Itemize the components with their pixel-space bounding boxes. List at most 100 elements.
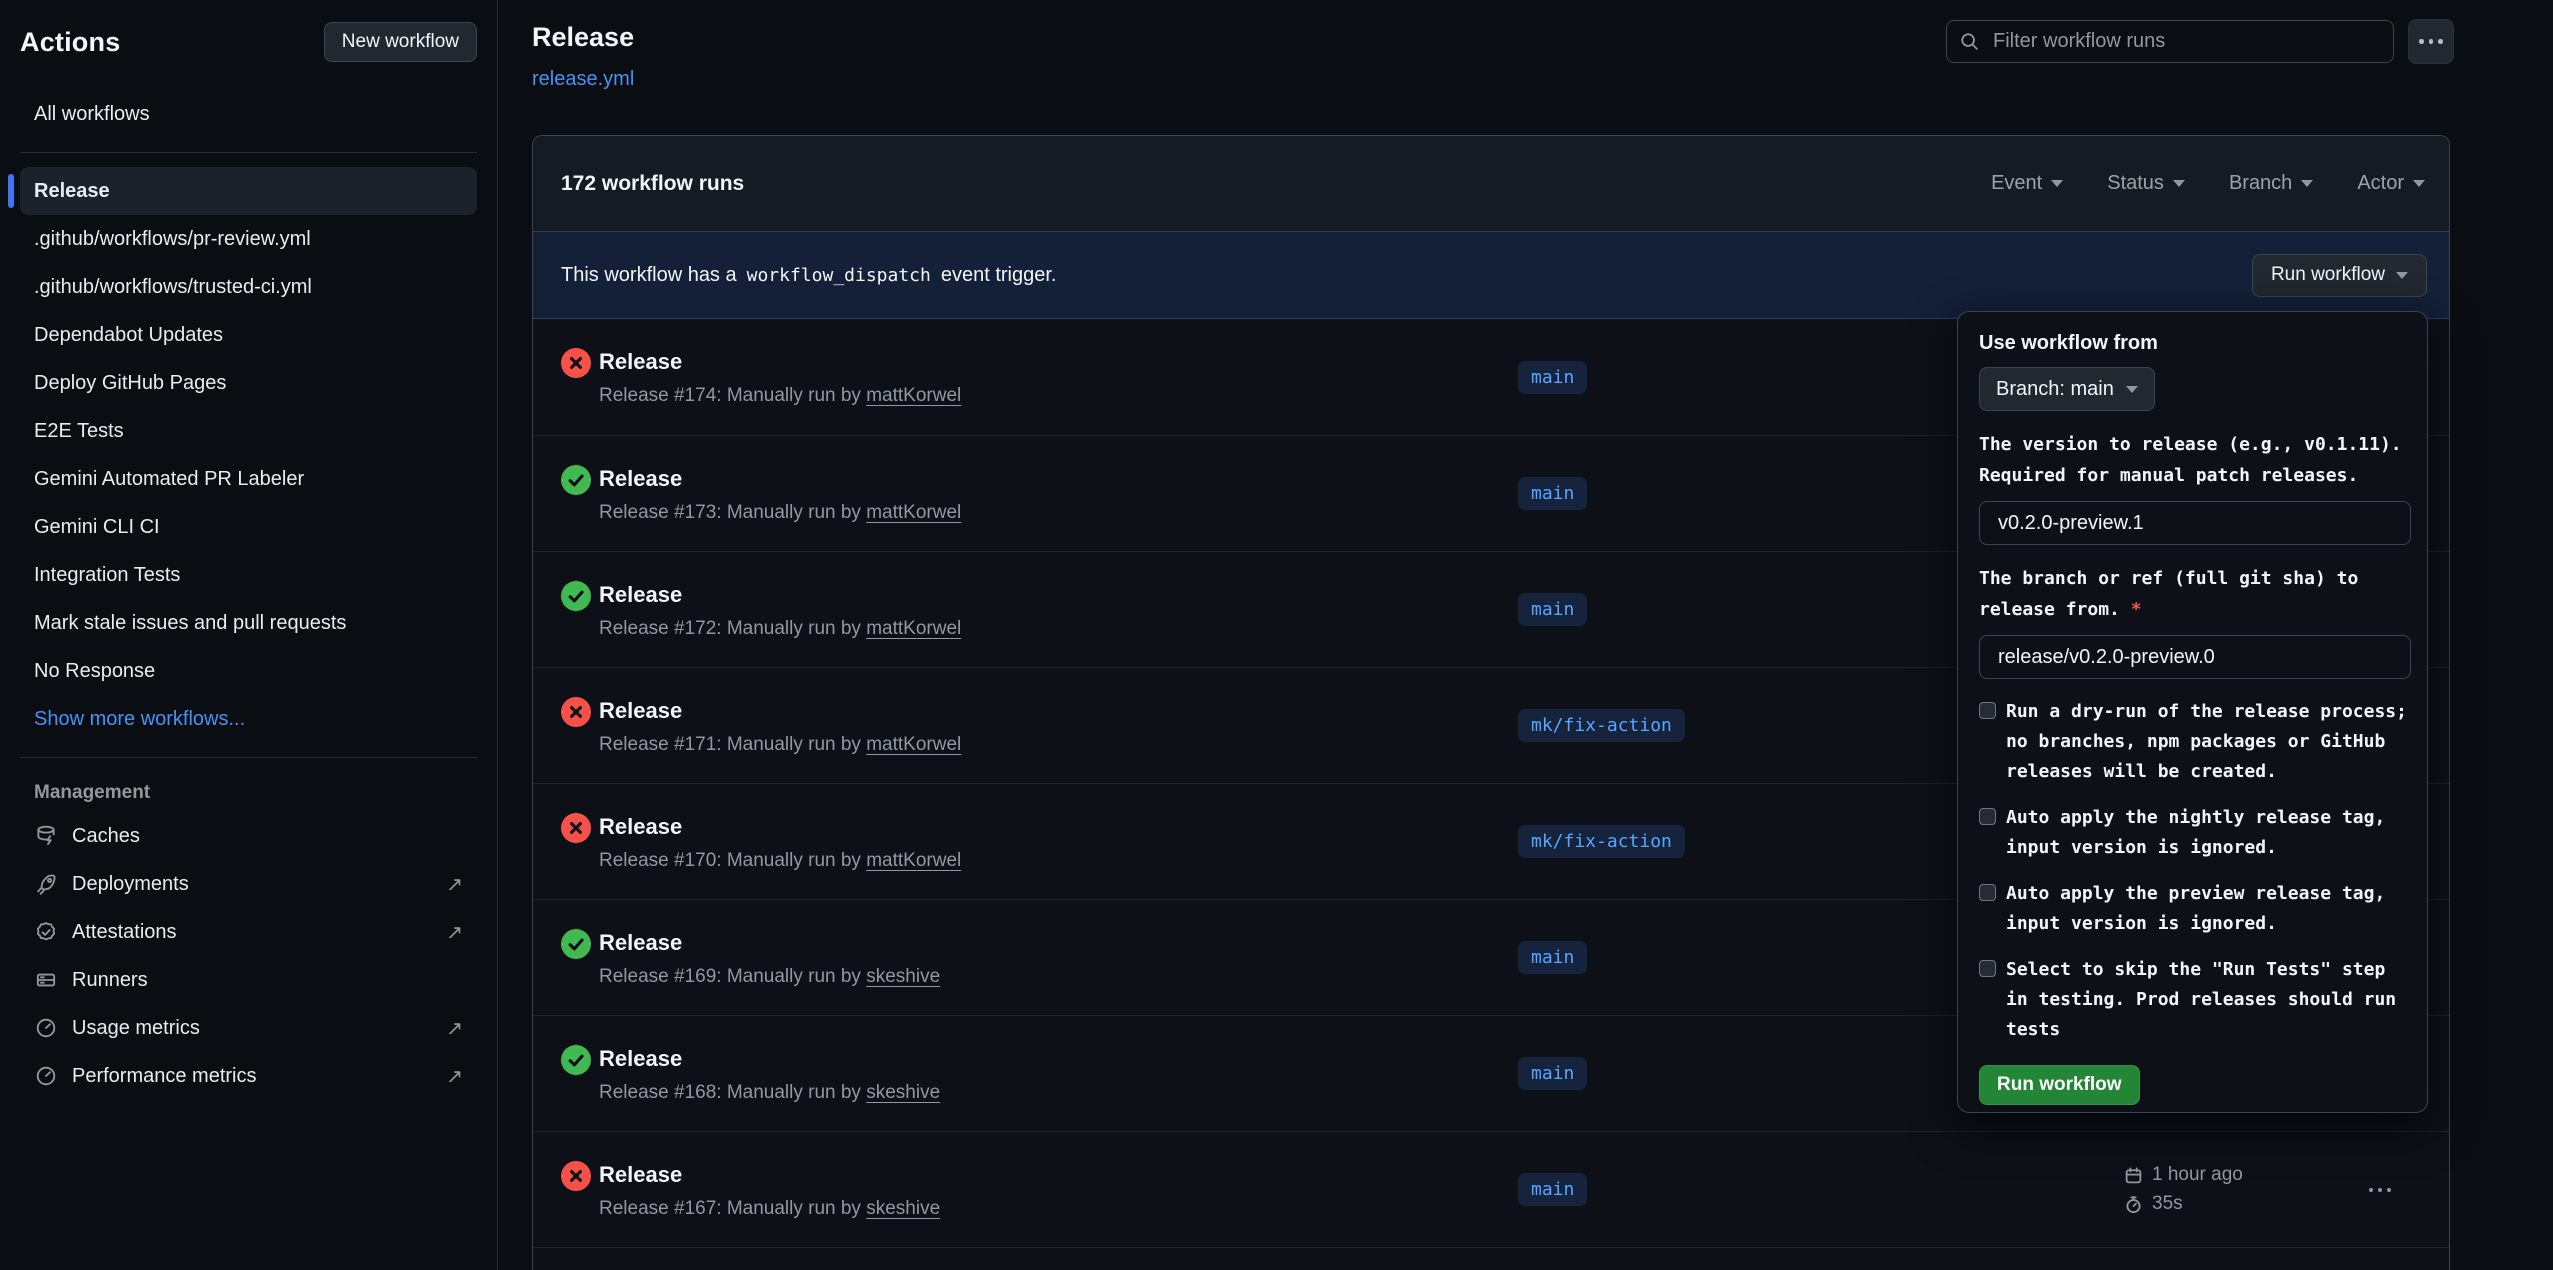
event-filter-dropdown[interactable]: Event bbox=[1991, 172, 2063, 195]
chevron-down-icon bbox=[2173, 180, 2185, 187]
actor-filter-dropdown[interactable]: Actor bbox=[2357, 172, 2425, 195]
ref-input-label: The branch or ref (full git sha) to rele… bbox=[1979, 563, 2419, 625]
sidebar-item-label: Usage metrics bbox=[72, 1017, 200, 1040]
calendar-icon bbox=[2124, 1166, 2143, 1185]
skip-tests-checkbox[interactable] bbox=[1979, 960, 1996, 977]
sidebar-item-runners[interactable]: Runners bbox=[20, 956, 477, 1004]
run-time-info: 1 hour ago 35s bbox=[2124, 1164, 2369, 1215]
workflow-file-link[interactable]: release.yml bbox=[532, 68, 634, 91]
run-actor-link[interactable]: skeshive bbox=[866, 966, 940, 987]
sidebar-item-deployments[interactable]: Deployments ↗ bbox=[20, 860, 477, 908]
sidebar-item-label: Runners bbox=[72, 969, 148, 992]
run-actor-link[interactable]: mattKorwel bbox=[866, 850, 961, 871]
chevron-down-icon bbox=[2126, 386, 2138, 393]
branch-filter-dropdown[interactable]: Branch bbox=[2229, 172, 2313, 195]
checkbox-row-skip-tests: Select to skip the "Run Tests" step in t… bbox=[1979, 955, 2409, 1045]
external-link-icon: ↗ bbox=[446, 872, 463, 897]
run-workflow-dropdown-button[interactable]: Run workflow bbox=[2252, 254, 2427, 297]
filter-workflow-runs-input[interactable] bbox=[1946, 20, 2394, 63]
workflow-options-kebab-button[interactable] bbox=[2408, 19, 2454, 64]
search-icon bbox=[1959, 31, 1980, 57]
chevron-down-icon bbox=[2413, 180, 2425, 187]
preview-tag-checkbox[interactable] bbox=[1979, 884, 1996, 901]
branch-badge[interactable]: main bbox=[1518, 941, 1587, 974]
popup-title: Use workflow from bbox=[1979, 332, 2409, 355]
run-status-icon bbox=[561, 697, 591, 727]
dry-run-checkbox[interactable] bbox=[1979, 702, 1996, 719]
sidebar-item-pr-review[interactable]: .github/workflows/pr-review.yml bbox=[20, 215, 477, 263]
sidebar-item-trusted-ci[interactable]: .github/workflows/trusted-ci.yml bbox=[20, 263, 477, 311]
sidebar-item-integration-tests[interactable]: Integration Tests bbox=[20, 551, 477, 599]
run-actor-link[interactable]: mattKorwel bbox=[866, 502, 961, 523]
banner-text: event trigger. bbox=[941, 264, 1057, 287]
run-title-link[interactable]: Release bbox=[599, 812, 961, 842]
nightly-tag-checkbox[interactable] bbox=[1979, 808, 1996, 825]
status-filter-dropdown[interactable]: Status bbox=[2107, 172, 2185, 195]
run-status-icon bbox=[561, 581, 591, 611]
sidebar-item-deploy-pages[interactable]: Deploy GitHub Pages bbox=[20, 359, 477, 407]
stopwatch-icon bbox=[2124, 1195, 2143, 1214]
branch-badge[interactable]: main bbox=[1518, 477, 1587, 510]
sidebar-item-caches[interactable]: Caches bbox=[20, 812, 477, 860]
run-actor-link[interactable]: skeshive bbox=[866, 1082, 940, 1103]
run-workflow-submit-button[interactable]: Run workflow bbox=[1979, 1065, 2140, 1105]
run-duration: 35s bbox=[2152, 1193, 2183, 1215]
run-actor-link[interactable]: mattKorwel bbox=[866, 734, 961, 755]
sidebar-item-mark-stale[interactable]: Mark stale issues and pull requests bbox=[20, 599, 477, 647]
sidebar-item-gemini-cli-ci[interactable]: Gemini CLI CI bbox=[20, 503, 477, 551]
sidebar-item-attestations[interactable]: Attestations ↗ bbox=[20, 908, 477, 956]
kebab-dot bbox=[2387, 1188, 2391, 1192]
run-actor-link[interactable]: mattKorwel bbox=[866, 385, 961, 406]
run-status-icon bbox=[561, 1161, 591, 1191]
branch-badge[interactable]: main bbox=[1518, 593, 1587, 626]
preview-tag-checkbox-label[interactable]: Auto apply the preview release tag, inpu… bbox=[2006, 879, 2408, 939]
sidebar-item-label: Attestations bbox=[72, 921, 177, 944]
run-title-link[interactable]: Release bbox=[599, 928, 940, 958]
ref-input[interactable] bbox=[1979, 635, 2411, 679]
dry-run-checkbox-label[interactable]: Run a dry-run of the release process; no… bbox=[2006, 697, 2408, 787]
skip-tests-checkbox-label[interactable]: Select to skip the "Run Tests" step in t… bbox=[2006, 955, 2408, 1045]
workflow-run-row bbox=[533, 1247, 2449, 1270]
run-title-link[interactable]: Release bbox=[599, 696, 961, 726]
branch-badge[interactable]: main bbox=[1518, 361, 1587, 394]
run-actor-link[interactable]: skeshive bbox=[866, 1198, 940, 1219]
kebab-dot bbox=[2429, 39, 2434, 44]
sidebar-item-all-workflows[interactable]: All workflows bbox=[20, 90, 477, 138]
management-section-label: Management bbox=[20, 772, 477, 812]
sidebar-item-label: Caches bbox=[72, 825, 140, 848]
sidebar-item-usage-metrics[interactable]: Usage metrics ↗ bbox=[20, 1004, 477, 1052]
run-description: Release #174: Manually run by mattKorwel bbox=[599, 385, 961, 407]
run-title-link[interactable]: Release bbox=[599, 1160, 940, 1190]
divider bbox=[20, 757, 477, 758]
branch-select-button[interactable]: Branch: main bbox=[1979, 367, 2155, 411]
run-actor-link[interactable]: mattKorwel bbox=[866, 618, 961, 639]
run-title-link[interactable]: Release bbox=[599, 464, 961, 494]
sidebar-item-release[interactable]: Release bbox=[20, 167, 477, 215]
run-title-link[interactable]: Release bbox=[599, 1044, 940, 1074]
sidebar-item-e2e-tests[interactable]: E2E Tests bbox=[20, 407, 477, 455]
branch-badge[interactable]: mk/fix-action bbox=[1518, 709, 1685, 742]
sidebar-item-no-response[interactable]: No Response bbox=[20, 647, 477, 695]
run-workflow-popup: Use workflow from Branch: main The versi… bbox=[1957, 311, 2428, 1113]
new-workflow-button[interactable]: New workflow bbox=[324, 22, 477, 62]
branch-badge[interactable]: mk/fix-action bbox=[1518, 825, 1685, 858]
sidebar-item-performance-metrics[interactable]: Performance metrics ↗ bbox=[20, 1052, 477, 1100]
sidebar-item-dependabot-updates[interactable]: Dependabot Updates bbox=[20, 311, 477, 359]
branch-badge[interactable]: main bbox=[1518, 1057, 1587, 1090]
page-title: Release bbox=[532, 22, 634, 53]
checkbox-row-preview-tag: Auto apply the preview release tag, inpu… bbox=[1979, 879, 2409, 939]
divider bbox=[20, 152, 477, 153]
nightly-tag-checkbox-label[interactable]: Auto apply the nightly release tag, inpu… bbox=[2006, 803, 2408, 863]
run-options-kebab-button[interactable] bbox=[2369, 1188, 2449, 1192]
workflow-run-row[interactable]: Release Release #167: Manually run by sk… bbox=[533, 1131, 2449, 1247]
sidebar-item-gemini-pr-labeler[interactable]: Gemini Automated PR Labeler bbox=[20, 455, 477, 503]
version-input[interactable] bbox=[1979, 501, 2411, 545]
sidebar-item-label: Deployments bbox=[72, 873, 189, 896]
run-title-link[interactable]: Release bbox=[599, 580, 961, 610]
show-more-workflows-link[interactable]: Show more workflows... bbox=[20, 695, 477, 743]
external-link-icon: ↗ bbox=[446, 1016, 463, 1041]
branch-badge[interactable]: main bbox=[1518, 1173, 1587, 1206]
run-started-time: 1 hour ago bbox=[2152, 1164, 2243, 1186]
rocket-icon bbox=[34, 872, 58, 896]
run-title-link[interactable]: Release bbox=[599, 347, 961, 377]
